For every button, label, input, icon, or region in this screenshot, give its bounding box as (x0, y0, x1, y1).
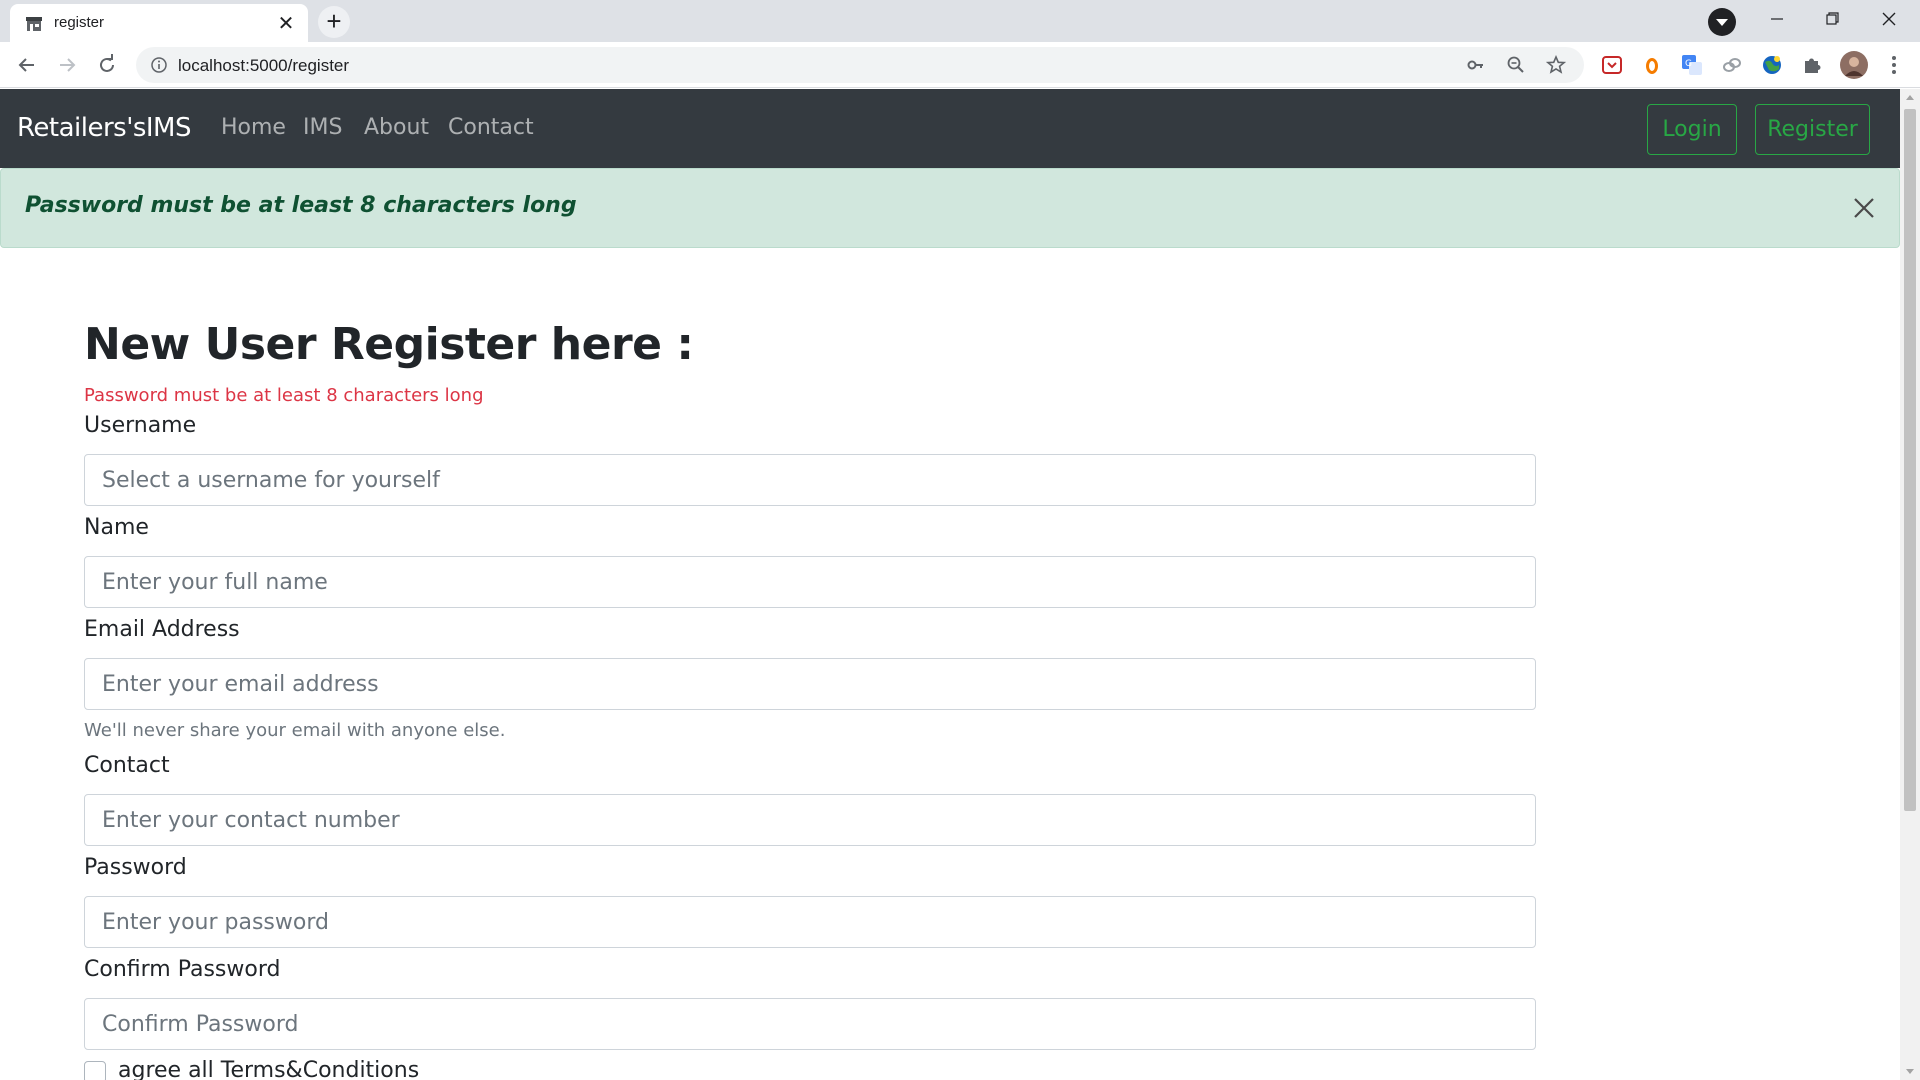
contact-input[interactable] (84, 794, 1536, 846)
scrollbar-thumb[interactable] (1904, 109, 1916, 811)
reload-icon[interactable] (94, 52, 120, 78)
address-bar[interactable]: localhost:5000/register (136, 47, 1584, 83)
svg-text:G: G (1685, 59, 1692, 69)
browser-tabstrip: register ✕ + (0, 0, 1920, 42)
browser-toolbar: localhost:5000/register G (0, 42, 1920, 88)
confirm-password-input[interactable] (84, 998, 1536, 1050)
globe-extension-icon[interactable] (1760, 53, 1784, 77)
scroll-up-arrow-icon[interactable] (1906, 95, 1914, 100)
nav-link-home[interactable]: Home (221, 115, 286, 140)
username-label: Username (84, 413, 197, 438)
browser-menu-icon[interactable] (1882, 53, 1906, 77)
name-input[interactable] (84, 556, 1536, 608)
translate-extension-icon[interactable]: G (1680, 53, 1704, 77)
bookmark-star-icon[interactable] (1546, 55, 1566, 75)
nav-link-contact[interactable]: Contact (448, 115, 534, 140)
link-extension-icon[interactable] (1720, 53, 1744, 77)
page-viewport: Retailers'sIMS Home IMS About Contact Lo… (0, 89, 1900, 1080)
register-button[interactable]: Register (1755, 104, 1870, 155)
forward-arrow-icon[interactable] (54, 52, 80, 78)
email-input[interactable] (84, 658, 1536, 710)
close-window-icon[interactable] (1864, 0, 1914, 38)
profile-avatar-icon[interactable] (1840, 51, 1868, 79)
close-icon[interactable] (1849, 193, 1879, 223)
pocket-extension-icon[interactable] (1600, 53, 1624, 77)
email-label: Email Address (84, 617, 240, 642)
password-label: Password (84, 855, 187, 880)
extensions-puzzle-icon[interactable] (1800, 53, 1824, 77)
contact-label: Contact (84, 753, 170, 778)
email-help-text: We'll never share your email with anyone… (84, 720, 506, 741)
flash-alert: Password must be at least 8 characters l… (0, 168, 1900, 248)
url-text[interactable]: localhost:5000/register (178, 56, 349, 76)
confirm-password-label: Confirm Password (84, 957, 281, 982)
username-input[interactable] (84, 454, 1536, 506)
store-favicon-icon (26, 17, 42, 31)
name-label: Name (84, 515, 149, 540)
nav-link-about[interactable]: About (364, 115, 429, 140)
tab-title: register (54, 14, 105, 31)
tab-search-icon[interactable] (1708, 8, 1736, 36)
form-error-message: Password must be at least 8 characters l… (84, 385, 484, 406)
terms-checkbox[interactable] (84, 1061, 106, 1080)
brand-link[interactable]: Retailers'sIMS (17, 113, 192, 143)
restore-icon[interactable] (1808, 0, 1858, 38)
page-scrollbar[interactable] (1900, 89, 1920, 1080)
minimize-icon[interactable] (1752, 0, 1802, 38)
browser-tab[interactable]: register ✕ (10, 4, 308, 42)
scroll-down-arrow-icon[interactable] (1906, 1069, 1914, 1074)
zoom-out-icon[interactable] (1506, 55, 1526, 75)
key-icon[interactable] (1466, 55, 1486, 75)
login-button[interactable]: Login (1647, 104, 1737, 155)
password-input[interactable] (84, 896, 1536, 948)
honey-extension-icon[interactable] (1640, 53, 1664, 77)
nav-link-ims[interactable]: IMS (303, 115, 342, 140)
back-arrow-icon[interactable] (14, 52, 40, 78)
site-navbar: Retailers'sIMS Home IMS About Contact Lo… (0, 89, 1900, 168)
page-title: New User Register here : (84, 319, 694, 370)
site-info-icon[interactable] (150, 56, 168, 74)
terms-label[interactable]: agree all Terms&Conditions (118, 1058, 419, 1080)
new-tab-button[interactable]: + (318, 6, 350, 38)
close-tab-icon[interactable]: ✕ (276, 13, 296, 33)
alert-message: Password must be at least 8 characters l… (25, 193, 577, 218)
